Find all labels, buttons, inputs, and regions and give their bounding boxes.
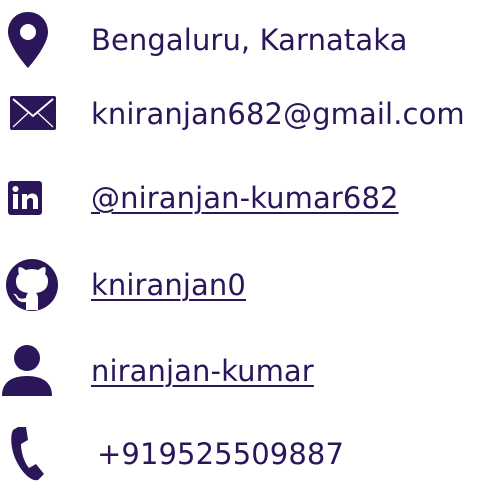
contact-location-row: Bengaluru, Karnataka [0, 10, 488, 70]
contact-linkedin-row[interactable]: @niranjan-kumar682 [0, 168, 488, 228]
user-profile-link[interactable]: niranjan-kumar [91, 341, 314, 401]
location-text: Bengaluru, Karnataka [91, 23, 408, 57]
contact-github-row[interactable]: kniranjan0 [0, 255, 488, 315]
contact-email-row: kniranjan682@gmail.com [0, 84, 488, 144]
user-icon[interactable] [0, 341, 60, 401]
map-pin-icon [0, 10, 60, 70]
github-icon[interactable] [0, 255, 60, 315]
contact-user-row[interactable]: niranjan-kumar [0, 341, 488, 401]
github-link[interactable]: kniranjan0 [91, 255, 246, 315]
contact-phone-row: +919525509887 [0, 424, 488, 484]
linkedin-icon[interactable] [0, 168, 60, 228]
envelope-icon [0, 84, 60, 144]
email-text: kniranjan682@gmail.com [91, 97, 465, 131]
linkedin-link[interactable]: @niranjan-kumar682 [91, 168, 399, 228]
phone-icon [0, 424, 60, 484]
phone-text: +919525509887 [97, 437, 345, 471]
